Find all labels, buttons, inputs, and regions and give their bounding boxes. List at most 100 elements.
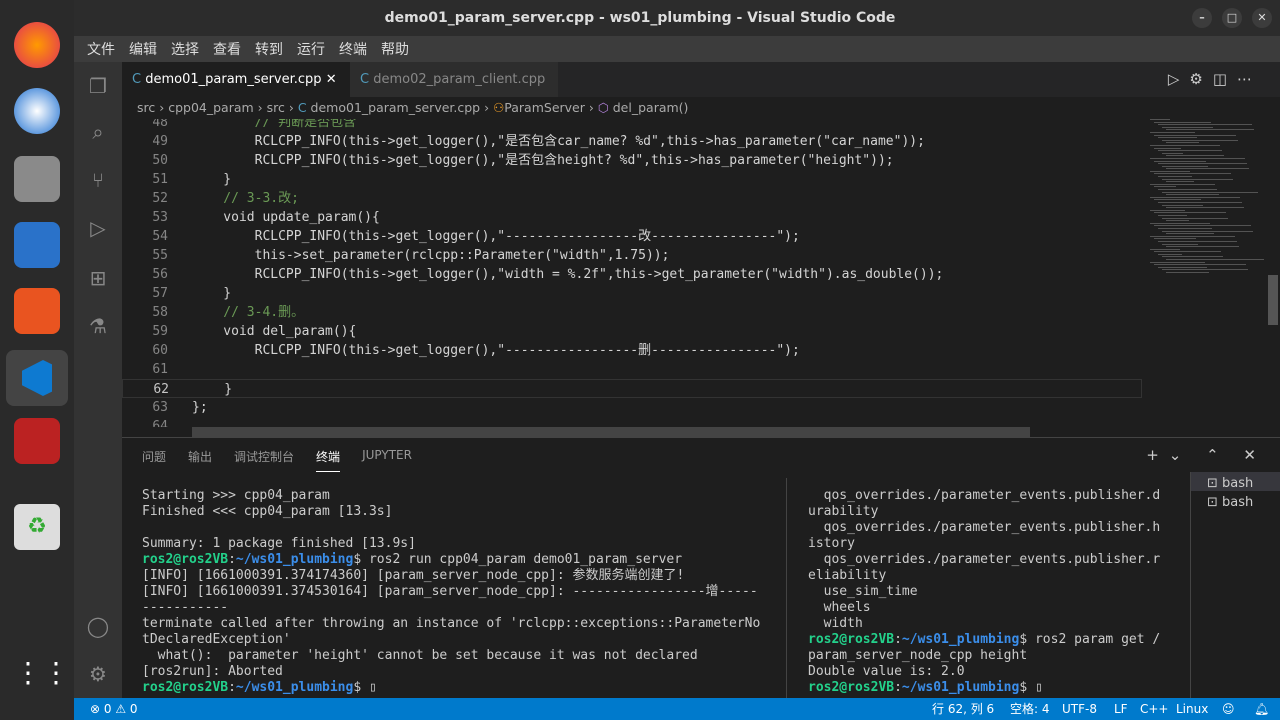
language-mode[interactable]: C++ — [1140, 698, 1169, 720]
tab-jupyter[interactable]: JUPYTER — [362, 448, 412, 472]
code-editor[interactable]: 48 // 判断是否包含 49 RCLCPP_INFO(this->get_lo… — [122, 119, 1280, 427]
terminal-item[interactable]: ⊡ bash — [1191, 491, 1280, 510]
files-icon[interactable] — [14, 156, 60, 202]
minimap-line — [1162, 243, 1198, 245]
minimap-line — [1158, 214, 1187, 216]
terminal-text: : — [894, 680, 902, 695]
minimap-line — [1158, 189, 1217, 191]
terminal-text: ~/ws01_plumbing — [901, 680, 1020, 695]
status-bar: ⊗ 0 ⚠ 0 行 62, 列 6 空格: 4 UTF-8 LF C++ Lin… — [74, 698, 1280, 720]
source-control-icon[interactable]: ⑂ — [86, 168, 110, 192]
run-debug-icon[interactable]: ▷ — [86, 216, 110, 240]
settings-gear-icon[interactable]: ⚙ — [86, 662, 110, 686]
explorer-icon[interactable]: ❐ — [86, 74, 110, 98]
tab-demo02[interactable]: C demo02_param_client.cpp — [350, 62, 558, 97]
terminal-text: $ ▯ — [1019, 680, 1043, 695]
eol[interactable]: LF — [1114, 698, 1128, 720]
indentation[interactable]: 空格: 4 — [1010, 698, 1050, 720]
menu-file[interactable]: 文件 — [80, 39, 122, 59]
account-icon[interactable]: ◯ — [86, 614, 110, 638]
problems-status[interactable]: ⊗ 0 ⚠ 0 — [90, 698, 138, 720]
cursor-position[interactable]: 行 62, 列 6 — [932, 698, 994, 720]
extensions-icon[interactable]: ⊞ — [86, 266, 110, 290]
terminal-text: Starting >>> cpp04_param — [142, 488, 330, 503]
minimap-line — [1154, 147, 1181, 149]
tab-problems[interactable]: 问题 — [142, 448, 166, 472]
crumb[interactable]: cpp04_param — [168, 100, 253, 115]
code-text: // 3-3.改; — [192, 191, 299, 206]
menu-go[interactable]: 转到 — [248, 39, 290, 59]
minimap-line — [1162, 204, 1203, 206]
menu-run[interactable]: 运行 — [290, 39, 332, 59]
minimap-line — [1154, 199, 1201, 201]
tab-debug-console[interactable]: 调试控制台 — [234, 448, 294, 472]
breadcrumb: src › cpp04_param › src › C demo01_param… — [137, 100, 689, 115]
editor-scrollbar[interactable] — [1268, 275, 1278, 325]
firefox-icon[interactable] — [14, 22, 60, 68]
terminal-text: ----------- — [142, 600, 229, 615]
notifications-bell-icon[interactable]: 🔔︎ — [1254, 698, 1269, 720]
crumb[interactable]: ParamServer — [504, 100, 585, 115]
crumb[interactable]: src — [137, 100, 155, 115]
line-number: 60 — [152, 343, 168, 358]
crumb[interactable]: src — [267, 100, 285, 115]
vscode-icon[interactable] — [6, 350, 68, 406]
panel-actions[interactable]: +⌄ ⌃ ✕ — [1146, 446, 1266, 464]
minimize-button[interactable]: – — [1192, 8, 1212, 28]
menu-view[interactable]: 查看 — [206, 39, 248, 59]
menu-edit[interactable]: 编辑 — [122, 39, 164, 59]
line-number: 59 — [152, 324, 168, 339]
minimap-line — [1150, 183, 1215, 185]
code-text: // 判断是否包含 — [192, 119, 357, 130]
minimap[interactable] — [1150, 119, 1270, 279]
app-center-icon[interactable] — [14, 288, 60, 334]
line-number: 58 — [152, 305, 168, 320]
terminal-text: tDeclaredException' — [142, 632, 291, 647]
maximize-button[interactable]: □ — [1222, 8, 1242, 28]
code-line: 63}; — [122, 398, 1142, 417]
terminal-left[interactable]: Starting >>> cpp04_param Finished <<< cp… — [142, 488, 760, 696]
thunderbird-icon[interactable] — [14, 88, 60, 134]
line-number: 54 — [152, 229, 168, 244]
terminal-text: what(): parameter 'height' cannot be set… — [157, 648, 698, 663]
code-line: 57 } — [122, 284, 1142, 303]
writer-icon[interactable] — [14, 222, 60, 268]
menu-terminal[interactable]: 终端 — [332, 39, 374, 59]
terminal-right[interactable]: qos_overrides./parameter_events.publishe… — [808, 488, 1160, 696]
tab-terminal[interactable]: 终端 — [316, 448, 341, 472]
terminal-item[interactable]: ⊡ bash — [1191, 472, 1280, 491]
code-line: 58 // 3-4.删。 — [122, 303, 1142, 322]
terminal-text: ~/ws01_plumbing — [235, 552, 354, 567]
editor-actions[interactable]: ▷⚙◫⋯ — [1168, 70, 1262, 88]
tab-demo01[interactable]: C demo01_param_server.cpp ✕ — [122, 62, 350, 97]
crumb[interactable]: demo01_param_server.cpp — [311, 100, 481, 115]
minimap-line — [1166, 181, 1194, 183]
minimap-line — [1162, 230, 1253, 232]
close-button[interactable]: ✕ — [1252, 8, 1272, 28]
tab-output[interactable]: 输出 — [188, 448, 212, 472]
minimap-line — [1154, 160, 1206, 162]
terminal-text: istory — [808, 536, 855, 551]
terminal-text: qos_overrides./parameter_events.publishe… — [823, 552, 1161, 567]
terminal-text: ros2@ros2VB — [142, 552, 229, 567]
minimap-line — [1154, 264, 1246, 266]
menu-help[interactable]: 帮助 — [374, 39, 416, 59]
testing-icon[interactable]: ⚗ — [86, 314, 110, 338]
terminal-list: ⊡ bash ⊡ bash — [1190, 472, 1280, 698]
feedback-icon[interactable]: ☺ — [1222, 698, 1235, 720]
os[interactable]: Linux — [1176, 698, 1208, 720]
show-apps-icon[interactable]: ⋮⋮ — [14, 650, 70, 696]
terminal-app-icon[interactable] — [14, 418, 60, 464]
encoding[interactable]: UTF-8 — [1062, 698, 1097, 720]
class-icon: ⚇ — [493, 100, 505, 115]
minimap-line — [1154, 251, 1221, 253]
search-icon[interactable]: ⌕ — [86, 120, 110, 144]
menu-selection[interactable]: 选择 — [164, 39, 206, 59]
trash-icon[interactable]: ♻ — [14, 504, 60, 550]
close-tab-icon[interactable]: ✕ — [326, 72, 337, 87]
crumb[interactable]: del_param() — [613, 100, 689, 115]
minimap-line — [1150, 235, 1235, 237]
horizontal-scrollbar[interactable] — [192, 427, 1030, 437]
code-text: RCLCPP_INFO(this->get_logger(),"--------… — [192, 343, 800, 358]
line-number: 51 — [152, 172, 168, 187]
